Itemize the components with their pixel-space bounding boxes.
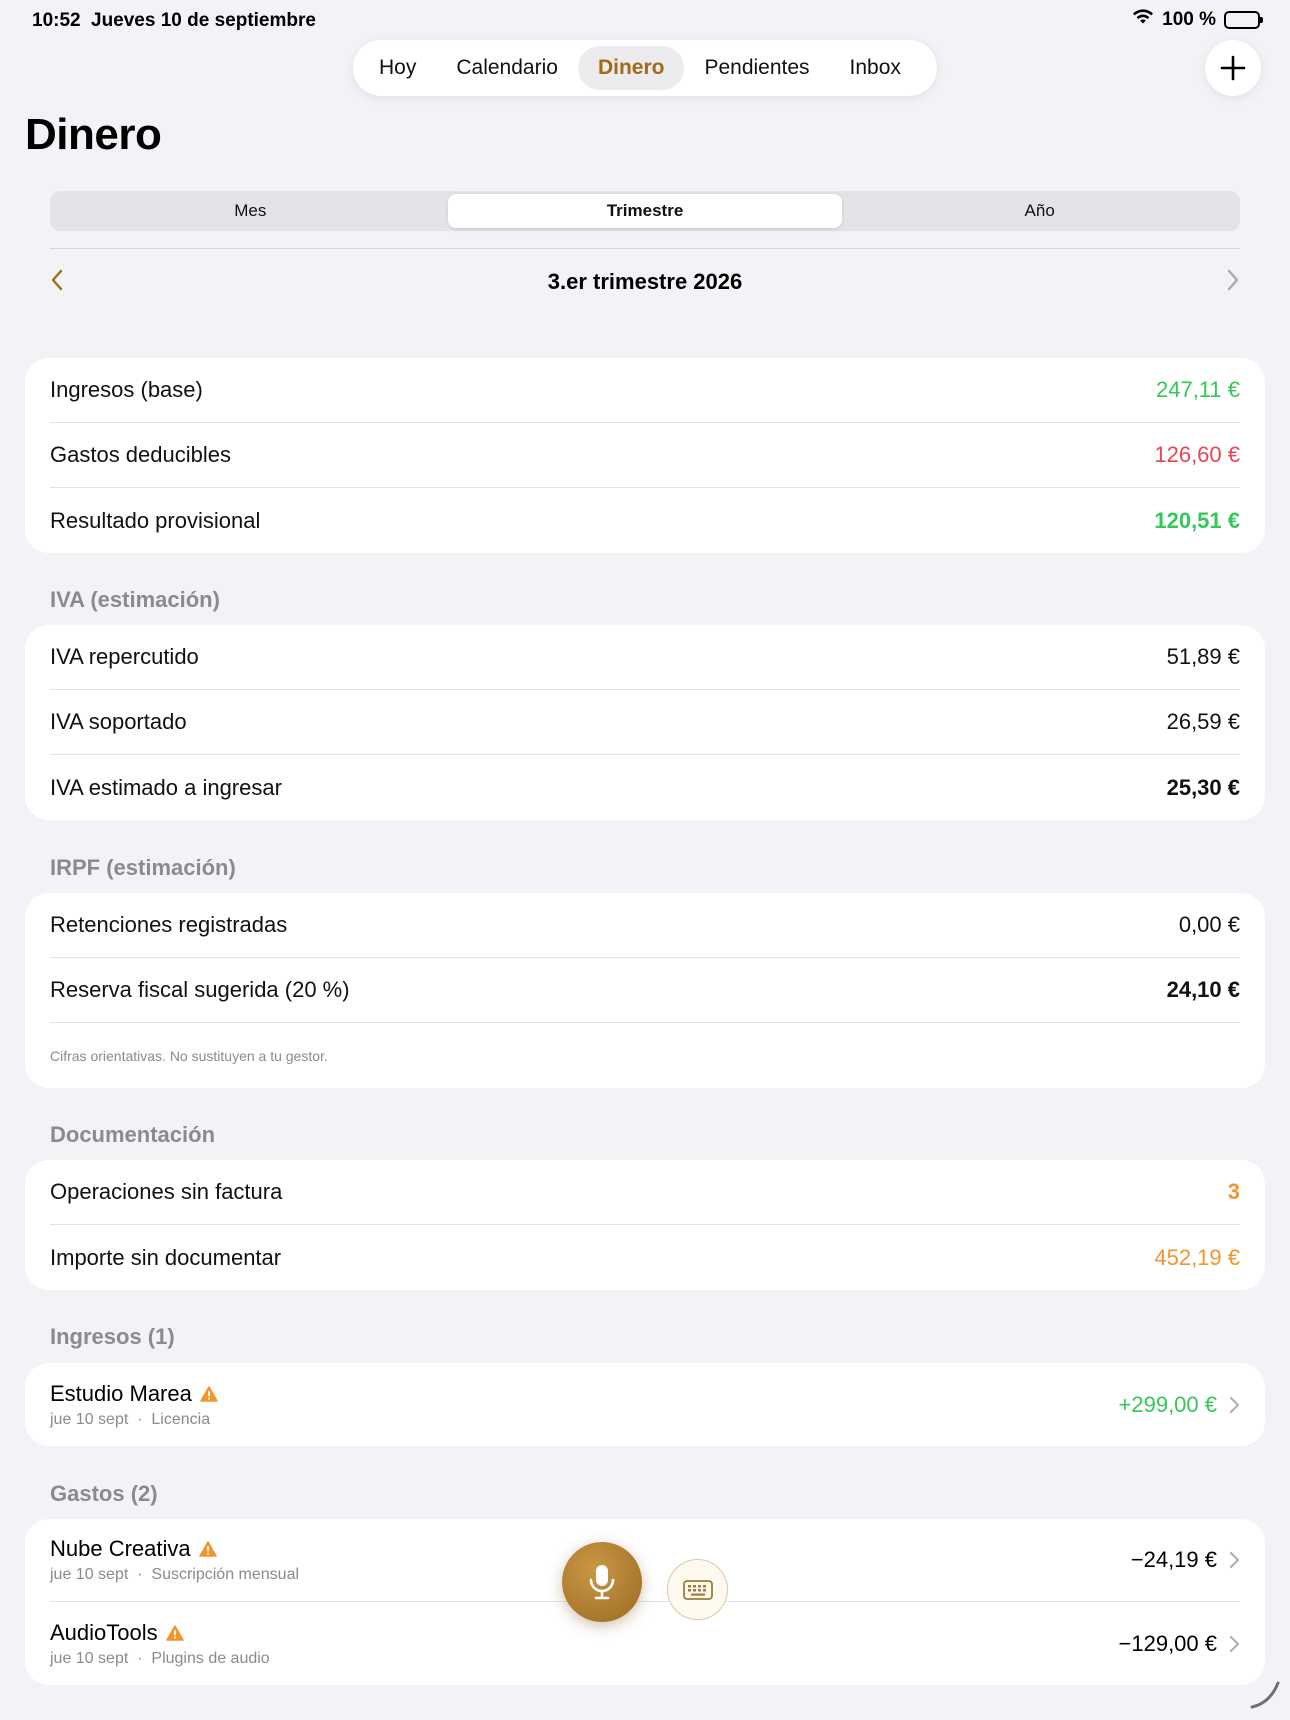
money-screen: 10:52 Jueves 10 de septiembre 100 % Hoy … bbox=[0, 0, 1290, 1720]
transaction-date: jue 10 sept bbox=[50, 1649, 129, 1667]
section-header-documentacion: Documentación bbox=[50, 1122, 216, 1147]
keyboard-icon bbox=[682, 1579, 713, 1600]
chevron-right-icon bbox=[1229, 1551, 1240, 1569]
add-button[interactable] bbox=[1205, 40, 1261, 96]
period-segmented-control: Mes Trimestre Año bbox=[50, 191, 1240, 231]
summary-row-ingresos: Ingresos (base) 247,11 € bbox=[50, 358, 1240, 423]
warning-icon bbox=[200, 1385, 218, 1402]
iva-card: IVA repercutido 51,89 € IVA soportado 26… bbox=[25, 625, 1265, 820]
wifi-icon bbox=[1132, 9, 1154, 31]
segment-trimestre[interactable]: Trimestre bbox=[447, 194, 843, 228]
status-date: Jueves 10 de septiembre bbox=[91, 10, 316, 31]
battery-icon bbox=[1224, 11, 1263, 29]
documentacion-row: Importe sin documentar 452,19 € bbox=[50, 1244, 1240, 1270]
irpf-row: Reserva fiscal sugerida (20 %) 24,10 € bbox=[50, 958, 1240, 1023]
section-header-gastos: Gastos (2) bbox=[50, 1481, 158, 1506]
keyboard-input-button[interactable] bbox=[667, 1559, 728, 1620]
transaction-title: Nube Creativa bbox=[50, 1536, 191, 1561]
transaction-row[interactable]: AudioTools jue 10 sept · Plugins de audi… bbox=[50, 1602, 1240, 1685]
plus-icon bbox=[1220, 55, 1246, 81]
documentacion-row: Operaciones sin factura 3 bbox=[50, 1160, 1240, 1225]
tab-calendario[interactable]: Calendario bbox=[436, 46, 578, 90]
transaction-title: Estudio Marea bbox=[50, 1380, 192, 1406]
disclaimer-note: Cifras orientativas. No sustituyen a tu … bbox=[50, 1047, 328, 1064]
transaction-category: Suscripción mensual bbox=[151, 1566, 300, 1583]
separator-dot: · bbox=[137, 1566, 143, 1583]
section-header-irpf: IRPF (estimación) bbox=[50, 855, 236, 880]
status-bar: 10:52 Jueves 10 de septiembre 100 % bbox=[0, 0, 1290, 40]
period-label: 3.er trimestre 2026 bbox=[547, 269, 743, 294]
summary-row-resultado: Resultado provisional 120,51 € bbox=[50, 507, 1240, 533]
transaction-date: jue 10 sept bbox=[50, 1410, 129, 1428]
status-time: 10:52 bbox=[32, 10, 81, 31]
voice-input-button[interactable] bbox=[562, 1542, 642, 1622]
tab-inbox[interactable]: Inbox bbox=[830, 46, 921, 90]
irpf-row: Retenciones registradas 0,00 € bbox=[50, 893, 1240, 958]
chevron-right-icon bbox=[1229, 1635, 1240, 1652]
segment-ano[interactable]: Año bbox=[842, 194, 1237, 228]
ingresos-list: Estudio Marea jue 10 sept · Licencia +29… bbox=[25, 1363, 1265, 1446]
segment-mes[interactable]: Mes bbox=[53, 194, 448, 228]
transaction-amount: −24,19 € bbox=[1130, 1547, 1217, 1572]
iva-row: IVA estimado a ingresar 25,30 € bbox=[50, 774, 1240, 800]
next-period-button[interactable] bbox=[1226, 269, 1240, 296]
warning-icon bbox=[165, 1624, 184, 1641]
top-tab-bar: Hoy Calendario Dinero Pendientes Inbox bbox=[353, 40, 937, 96]
chevron-left-icon bbox=[51, 269, 63, 290]
transaction-row[interactable]: Nube Creativa jue 10 sept · Suscripción … bbox=[50, 1519, 1240, 1602]
section-header-iva: IVA (estimación) bbox=[50, 587, 220, 612]
transaction-amount: +299,00 € bbox=[1118, 1391, 1217, 1417]
chevron-right-icon bbox=[1227, 269, 1239, 290]
resultado-value: 120,51 € bbox=[1154, 507, 1240, 533]
transaction-date: jue 10 sept bbox=[50, 1566, 129, 1583]
iva-row: IVA repercutido 51,89 € bbox=[50, 625, 1240, 690]
warning-icon bbox=[198, 1541, 217, 1557]
tab-dinero[interactable]: Dinero bbox=[577, 46, 685, 90]
gastos-list: Nube Creativa jue 10 sept · Suscripción … bbox=[25, 1519, 1265, 1685]
summary-card: Ingresos (base) 247,11 € Gastos deducibl… bbox=[25, 358, 1265, 553]
summary-row-gastos: Gastos deducibles 126,60 € bbox=[50, 423, 1240, 488]
page-title: Dinero bbox=[25, 110, 162, 159]
gastos-value: 126,60 € bbox=[1154, 442, 1240, 467]
separator-dot: · bbox=[137, 1410, 143, 1428]
previous-period-button[interactable] bbox=[50, 269, 64, 296]
ingresos-value: 247,11 € bbox=[1155, 377, 1240, 402]
divider bbox=[50, 248, 1240, 249]
status-right: 100 % bbox=[1132, 9, 1263, 31]
documentacion-card: Operaciones sin factura 3 Importe sin do… bbox=[25, 1160, 1265, 1290]
irpf-card: Retenciones registradas 0,00 € Reserva f… bbox=[25, 893, 1265, 1088]
separator-dot: · bbox=[137, 1649, 143, 1667]
transaction-category: Licencia bbox=[151, 1410, 211, 1428]
microphone-icon bbox=[589, 1565, 615, 1600]
section-header-ingresos: Ingresos (1) bbox=[50, 1324, 175, 1349]
transaction-row[interactable]: Estudio Marea jue 10 sept · Licencia +29… bbox=[50, 1363, 1240, 1446]
period-navigator: 3.er trimestre 2026 bbox=[50, 262, 1240, 302]
iva-row: IVA soportado 26,59 € bbox=[50, 690, 1240, 755]
transaction-title: AudioTools bbox=[50, 1619, 158, 1645]
chevron-right-icon bbox=[1229, 1396, 1240, 1413]
tab-hoy[interactable]: Hoy bbox=[359, 46, 436, 90]
battery-percent: 100 % bbox=[1162, 9, 1216, 30]
transaction-category: Plugins de audio bbox=[151, 1649, 270, 1667]
scroll-indicator bbox=[1248, 1677, 1282, 1716]
tab-pendientes[interactable]: Pendientes bbox=[684, 46, 829, 90]
transaction-amount: −129,00 € bbox=[1118, 1630, 1217, 1656]
